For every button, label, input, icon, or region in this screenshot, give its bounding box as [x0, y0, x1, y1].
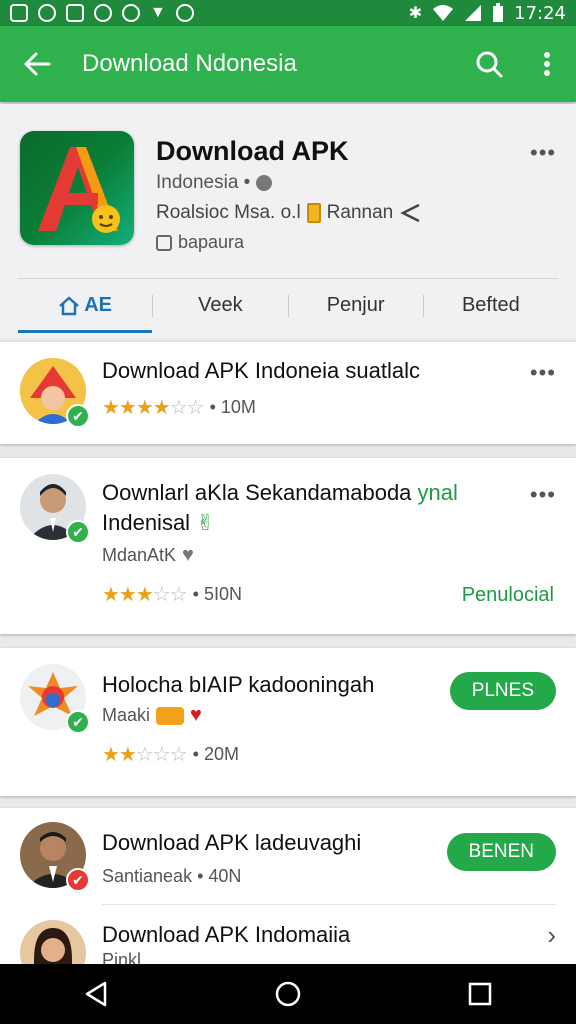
- item-title-line1: Oownlarl aKla Sekandamaboda: [102, 480, 412, 505]
- item-rating-row: ★★★★☆☆ • 10M: [102, 395, 256, 420]
- gallery-notification-icon: [10, 4, 28, 22]
- avatar: ✔: [20, 822, 90, 892]
- tab-bar: AE Veek Penjur Befted: [18, 278, 558, 333]
- share-icon[interactable]: [399, 203, 421, 223]
- nav-home-icon[interactable]: [274, 980, 302, 1008]
- item-title: Download APK ladeuvaghi: [102, 830, 362, 855]
- search-button[interactable]: [460, 50, 518, 78]
- back-arrow-icon: [24, 52, 51, 76]
- heart-icon: ♥: [190, 704, 202, 726]
- item-title: Holocha bIAIP kadooningah: [102, 672, 375, 697]
- list-item[interactable]: ✔ Oownlarl aKla Sekandamaboda ynal Inden…: [0, 458, 576, 634]
- apk-logo-icon: [38, 147, 120, 233]
- back-button[interactable]: [0, 50, 74, 78]
- card-emoji-icon: [156, 706, 185, 725]
- item-rating-row: ★★☆☆☆ • 20M: [102, 742, 239, 767]
- item-more-button[interactable]: •••: [530, 482, 556, 508]
- item-installs: • 5I0N: [192, 584, 242, 604]
- item-action-link[interactable]: Penulocial: [462, 584, 554, 607]
- divider: [102, 904, 556, 905]
- sync-notification-icon: [175, 4, 194, 22]
- item-subtitle-row: Maaki ♥: [102, 704, 202, 727]
- item-title-line2: Indenisal: [102, 510, 191, 535]
- app-developer: Roalsioc Msa. o.l: [156, 202, 301, 223]
- notification-icons: ▼: [10, 4, 194, 22]
- home-icon: [59, 295, 80, 315]
- tab-popular[interactable]: Penjur: [289, 279, 423, 333]
- item-subtitle: MdanAtK: [102, 545, 177, 565]
- hand-emoji-icon: ✌: [196, 510, 215, 535]
- download-notification-icon: ▼: [150, 4, 166, 21]
- tab-week-label: Veek: [198, 294, 243, 316]
- warning-badge-icon: ✔: [66, 868, 90, 892]
- app-region: Indonesia •: [156, 172, 251, 193]
- app-bar: Download Ndonesia: [0, 26, 576, 102]
- tag-icon: [156, 234, 172, 251]
- list-section: ✔ Download APK ladeuvaghi Santianeak • 4…: [0, 808, 576, 986]
- chevron-right-icon[interactable]: ›: [547, 920, 556, 951]
- system-nav-bar: [0, 964, 576, 1024]
- star-rating: ★★★★☆☆: [102, 397, 205, 419]
- app-tag-row: bapaura: [156, 232, 244, 253]
- nav-recents-icon[interactable]: [467, 981, 493, 1007]
- item-subtitle: Santianeak • 40N: [102, 866, 242, 886]
- header-more-button[interactable]: •••: [530, 140, 556, 166]
- signal-icon: [465, 5, 482, 21]
- item-rating-row: ★★★☆☆ • 5I0N: [102, 582, 242, 607]
- tab-all[interactable]: AE: [18, 279, 153, 333]
- tab-week[interactable]: Veek: [153, 279, 287, 333]
- install-button[interactable]: BENEN: [446, 833, 556, 871]
- tab-popular-label: Penjur: [326, 294, 385, 316]
- item-installs: • 20M: [192, 744, 239, 764]
- item-subtitle-row: MdanAtK ♥: [102, 544, 194, 567]
- avatar: ✔: [20, 664, 90, 734]
- item-title: Download APK Indomaiia: [102, 922, 351, 947]
- messenger-notification-icon: [38, 4, 56, 22]
- item-installs: • 10M: [209, 397, 256, 417]
- chat-notification-icon: [122, 4, 140, 22]
- app-region-row: Indonesia •: [156, 172, 273, 194]
- photos-notification-icon: [66, 4, 84, 22]
- item-title: Download APK Indoneia suatlalc: [102, 358, 420, 383]
- avatar: ✔: [20, 474, 90, 544]
- install-button[interactable]: PLNES: [449, 672, 556, 710]
- bluetooth-icon: ✱: [408, 5, 423, 22]
- list-item[interactable]: ✔ Download APK Indoneia suatlalc ★★★★☆☆ …: [0, 342, 576, 444]
- app-name: Download APK: [156, 136, 349, 166]
- more-vert-icon: [544, 52, 550, 76]
- clock: 17:24: [514, 2, 566, 24]
- status-bar: ▼ ✱ 17:24: [0, 0, 576, 26]
- verified-check-icon: ✔: [66, 710, 90, 734]
- info-icon: [256, 175, 273, 191]
- app-category: Rannan: [326, 202, 394, 223]
- app-header-card: Download APK Indonesia • Roalsioc Msa. o…: [0, 104, 576, 338]
- battery-icon: [493, 3, 504, 22]
- star-rating: ★★☆☆☆: [102, 744, 188, 766]
- item-more-button[interactable]: •••: [530, 360, 556, 386]
- app-bar-title: Download Ndonesia: [82, 50, 297, 77]
- vpn-notification-icon: [94, 4, 112, 22]
- verified-check-icon: ✔: [66, 520, 90, 544]
- app-developer-row: Roalsioc Msa. o.l Rannan: [156, 202, 421, 224]
- app-logo[interactable]: [20, 131, 134, 245]
- avatar: ✔: [20, 358, 90, 428]
- wifi-icon: [433, 5, 454, 21]
- search-icon: [476, 51, 503, 78]
- item-title: Oownlarl aKla Sekandamaboda ynal Indenis…: [102, 478, 532, 538]
- list-item[interactable]: ✔ Holocha bIAIP kadooningah Maaki ♥ ★★☆☆…: [0, 648, 576, 796]
- item-title-highlight: ynal: [417, 480, 458, 505]
- star-rating: ★★★☆☆: [102, 584, 188, 606]
- tab-best-label: Befted: [461, 294, 520, 316]
- app-tag: bapaura: [178, 232, 245, 252]
- tab-all-label: AE: [84, 294, 113, 316]
- heart-icon: ♥: [182, 544, 194, 566]
- item-subtitle: Maaki: [102, 705, 151, 725]
- tab-best[interactable]: Befted: [424, 279, 558, 333]
- nav-back-icon[interactable]: [83, 980, 109, 1008]
- badge-icon: [306, 203, 321, 223]
- verified-check-icon: ✔: [66, 404, 90, 428]
- overflow-menu-button[interactable]: [518, 51, 576, 77]
